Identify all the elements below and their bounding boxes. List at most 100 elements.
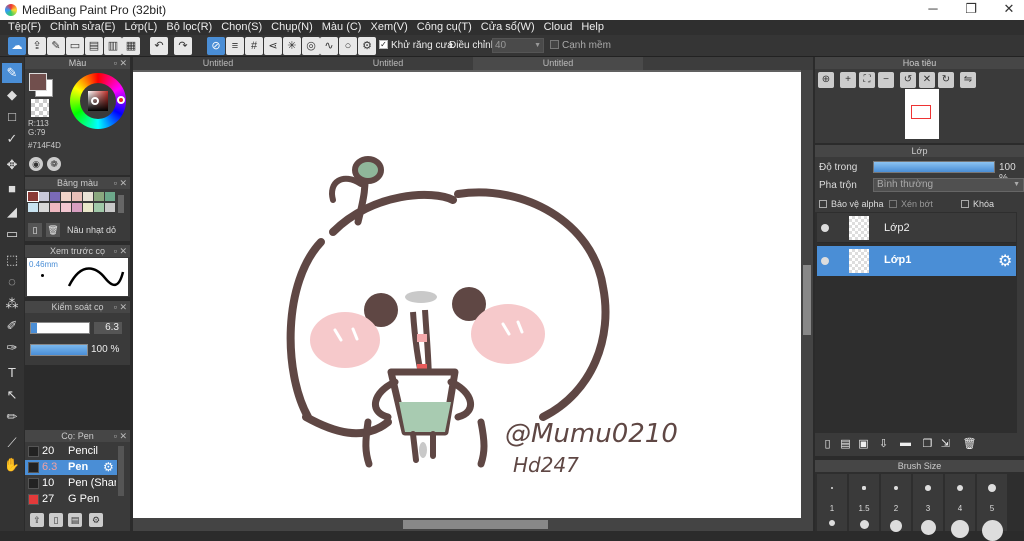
palette-swatch[interactable] bbox=[83, 203, 93, 212]
lasso-tool-icon[interactable]: ◌ bbox=[2, 272, 22, 292]
layer-row-lop1[interactable]: Lớp1 ⚙ bbox=[817, 246, 1016, 276]
panel-close-icon[interactable]: ▫ ✕ bbox=[114, 177, 127, 189]
tab-untitled-3[interactable]: Untitled bbox=[473, 57, 643, 70]
palette-swatch[interactable] bbox=[28, 203, 38, 212]
color-set-icon[interactable]: ❁ bbox=[47, 157, 61, 171]
select-eraser-tool-icon[interactable]: ✑ bbox=[2, 338, 22, 358]
brush-list-item[interactable]: 10 Pen (Sharp) bbox=[25, 476, 117, 491]
menu-edit[interactable]: Chỉnh sửa(E) bbox=[46, 20, 120, 35]
palette-swatch[interactable] bbox=[61, 203, 71, 212]
menu-filter[interactable]: Bộ lọc(R) bbox=[162, 20, 217, 35]
new-layer-icon[interactable]: ▯ bbox=[820, 437, 835, 451]
delete-layer-icon[interactable]: 🗑 bbox=[962, 437, 977, 451]
snap-off-icon[interactable]: ⊘ bbox=[207, 37, 225, 55]
palette-swatch[interactable] bbox=[94, 203, 104, 212]
brush-settings-icon[interactable]: ⚙ bbox=[89, 513, 103, 527]
perspective-snap-icon[interactable]: ⋖ bbox=[264, 37, 282, 55]
color-wheel[interactable] bbox=[70, 73, 126, 129]
text-tool-icon[interactable]: T bbox=[2, 363, 22, 383]
eraser-tool-icon[interactable]: ◆ bbox=[2, 85, 22, 105]
panel-close-icon[interactable]: ▫ ✕ bbox=[114, 301, 127, 313]
palette-swatch[interactable] bbox=[39, 203, 49, 212]
brush-list-item[interactable]: 27 G Pen bbox=[25, 492, 117, 507]
eyedropper-tool-icon[interactable]: ⟋ bbox=[2, 433, 22, 453]
brush-tool-icon[interactable]: ✎ bbox=[2, 63, 22, 83]
select-tool-icon[interactable]: ⬚ bbox=[2, 250, 22, 270]
trash-icon[interactable]: 🗑 bbox=[46, 223, 60, 237]
add-layer-menu-icon[interactable]: ⇩ bbox=[876, 437, 891, 451]
page-icon[interactable]: ▤ bbox=[85, 37, 103, 55]
duplicate-layer-icon[interactable]: ❐ bbox=[920, 437, 935, 451]
menu-cloud[interactable]: Cloud bbox=[540, 20, 578, 35]
palette-scrollbar[interactable] bbox=[118, 195, 124, 213]
cloud-brush-icon[interactable]: ⇪ bbox=[30, 513, 44, 527]
menu-view[interactable]: Xem(V) bbox=[366, 20, 412, 35]
concentric-snap-icon[interactable]: ◎ bbox=[302, 37, 320, 55]
brush-opacity-slider[interactable] bbox=[30, 344, 88, 356]
share-icon[interactable]: ⇪ bbox=[28, 37, 46, 55]
cloud-icon[interactable]: ☁ bbox=[8, 37, 26, 55]
redo-icon[interactable]: ↷ bbox=[174, 37, 192, 55]
menu-file[interactable]: Tệp(F) bbox=[4, 20, 46, 35]
antialias-checkbox[interactable]: ✓ bbox=[379, 40, 388, 49]
canvas-vscrollbar[interactable] bbox=[801, 70, 813, 531]
layer-scrollbar[interactable] bbox=[1017, 212, 1024, 433]
brush-size-cell[interactable]: 2 bbox=[881, 474, 911, 532]
lock-checkbox[interactable] bbox=[961, 200, 969, 208]
brush-list-item[interactable]: 20 Pencil bbox=[25, 444, 117, 459]
brush-size-cell[interactable]: 1.5 bbox=[849, 474, 879, 531]
protect-alpha-checkbox[interactable] bbox=[819, 200, 827, 208]
panel-close-icon[interactable]: ▫ ✕ bbox=[114, 57, 127, 69]
zoom-out-icon[interactable]: − bbox=[878, 72, 894, 88]
actual-size-icon[interactable]: ⛶ bbox=[859, 72, 875, 88]
brush-list-scrollbar[interactable] bbox=[118, 446, 124, 496]
palette-swatch[interactable] bbox=[27, 191, 39, 202]
menu-color[interactable]: Màu (C) bbox=[318, 20, 367, 35]
reset-view-icon[interactable]: ✕ bbox=[919, 72, 935, 88]
rotate-left-icon[interactable]: ↺ bbox=[900, 72, 916, 88]
adjust-select[interactable]: 40 ▼ bbox=[492, 38, 544, 53]
bucket-tool-icon[interactable]: ◢ bbox=[2, 202, 22, 222]
select-pen-tool-icon[interactable]: ✐ bbox=[2, 316, 22, 336]
palette-swatch[interactable] bbox=[105, 203, 115, 212]
grid-icon[interactable]: ▦ bbox=[122, 37, 140, 55]
tab-untitled-1[interactable]: Untitled bbox=[133, 57, 303, 70]
edge-checkbox[interactable] bbox=[550, 40, 559, 49]
divide-tool-icon[interactable]: ✏ bbox=[2, 407, 22, 427]
folder-icon[interactable]: ▬ bbox=[898, 437, 913, 451]
brush-size-cell[interactable]: 3 bbox=[913, 474, 943, 535]
visibility-eye-icon[interactable] bbox=[821, 257, 829, 265]
minimize-button[interactable]: ─ bbox=[918, 1, 948, 19]
layer-opacity-slider[interactable] bbox=[873, 161, 995, 173]
brush-size-cell[interactable]: 4 bbox=[945, 474, 975, 538]
rectangle-tool-icon[interactable]: □ bbox=[2, 107, 22, 127]
brush-size-slider[interactable] bbox=[30, 322, 90, 334]
layer-settings-icon[interactable]: ⚙ bbox=[998, 251, 1012, 271]
zoom-fit-icon[interactable]: ⊕ bbox=[818, 72, 834, 88]
parallel-snap-icon[interactable]: ≡ bbox=[226, 37, 244, 55]
menu-select[interactable]: Chọn(S) bbox=[217, 20, 267, 35]
blend-select[interactable]: Bình thường ▼ bbox=[873, 178, 1024, 192]
palette-swatch[interactable] bbox=[61, 192, 71, 201]
curve-snap-icon[interactable]: ∿ bbox=[320, 37, 338, 55]
foreground-color-swatch[interactable] bbox=[29, 73, 47, 91]
new-page-icon[interactable]: ▯ bbox=[28, 223, 42, 237]
palette-swatch[interactable] bbox=[50, 203, 60, 212]
gradient-tool-icon[interactable]: ▭ bbox=[2, 224, 22, 244]
menu-window[interactable]: Cửa sổ(W) bbox=[477, 20, 540, 35]
palette-icon[interactable]: ◉ bbox=[29, 157, 43, 171]
undo-icon[interactable]: ↶ bbox=[150, 37, 168, 55]
dot-tool-icon[interactable]: ✓ bbox=[2, 129, 22, 149]
magic-wand-tool-icon[interactable]: ⁂ bbox=[2, 294, 22, 314]
settings-snap-icon[interactable]: ⚙ bbox=[358, 37, 376, 55]
palette-swatch[interactable] bbox=[83, 192, 93, 201]
circle-snap-icon[interactable]: ○ bbox=[339, 37, 357, 55]
cross-snap-icon[interactable]: # bbox=[245, 37, 263, 55]
doc-icon[interactable]: ▥ bbox=[104, 37, 122, 55]
brush-list-item[interactable]: 6.3 Pen ⚙ bbox=[25, 460, 117, 475]
zoom-in-icon[interactable]: + bbox=[840, 72, 856, 88]
radial-snap-icon[interactable]: ✳ bbox=[283, 37, 301, 55]
rotate-right-icon[interactable]: ↻ bbox=[938, 72, 954, 88]
operation-tool-icon[interactable]: ↖ bbox=[2, 385, 22, 405]
new-halftone-layer-icon[interactable]: ▤ bbox=[838, 437, 853, 451]
